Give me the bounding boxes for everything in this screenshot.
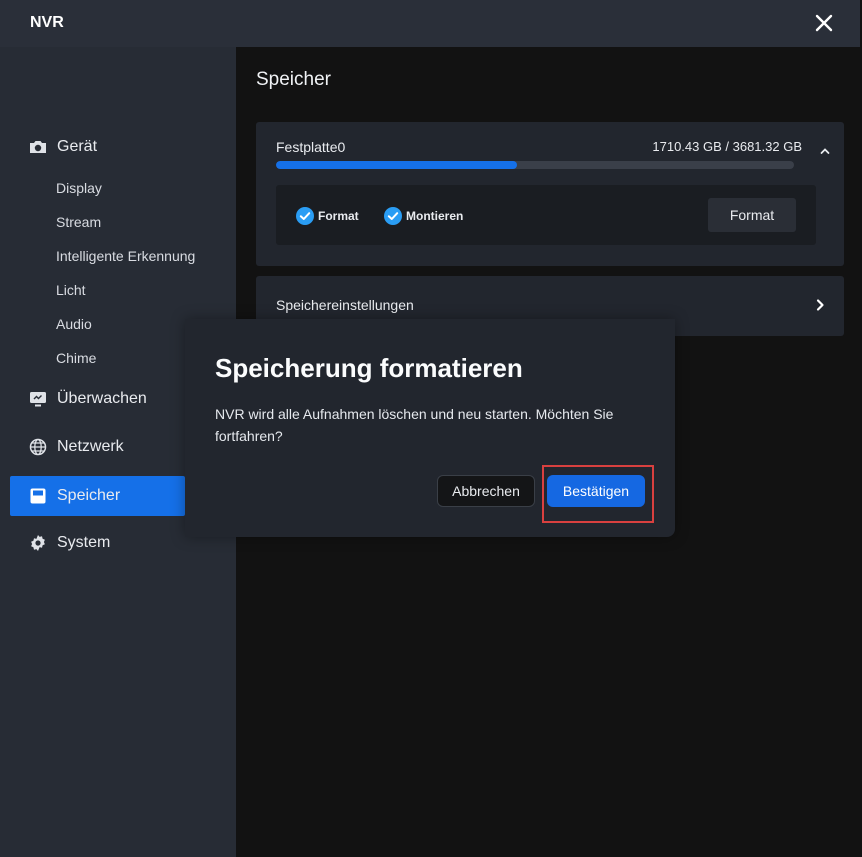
disk-usage-bar (276, 161, 794, 169)
sidebar-item-label: Netzwerk (57, 438, 124, 455)
disk-options-panel: Format Montieren Format (276, 185, 816, 245)
sidebar-subitem-stream[interactable]: Stream (56, 214, 101, 230)
dialog-message: NVR wird alle Aufnahmen löschen und neu … (215, 406, 614, 444)
checkmark-icon (296, 207, 314, 225)
sidebar-subitem-chime[interactable]: Chime (56, 350, 96, 366)
gear-icon (29, 534, 47, 552)
chevron-right-icon (816, 299, 824, 311)
camera-icon (29, 138, 47, 156)
sidebar-item-geraet[interactable]: Gerät (10, 127, 185, 167)
storage-settings-label: Speichereinstellungen (276, 297, 414, 313)
sidebar-item-label: Gerät (57, 138, 98, 155)
disk-usage: 1710.43 GB / 3681.32 GB (652, 139, 802, 154)
disk-name: Festplatte0 (276, 139, 346, 155)
globe-icon (29, 438, 47, 456)
sidebar-subitem-licht[interactable]: Licht (56, 282, 86, 298)
sidebar-item-system[interactable]: System (10, 523, 185, 563)
cancel-button[interactable]: Abbrechen (437, 475, 535, 507)
collapse-button[interactable] (818, 144, 832, 158)
app-title: NVR (30, 14, 64, 31)
sidebar-item-netzwerk[interactable]: Netzwerk (10, 427, 185, 467)
sidebar-item-label: Speicher (57, 487, 121, 504)
sidebar-item-label: Überwachen (57, 390, 147, 407)
confirm-button[interactable]: Bestätigen (547, 475, 645, 507)
sidebar-item-speicher[interactable]: Speicher (10, 476, 185, 516)
montieren-checkbox[interactable]: Montieren (384, 207, 463, 225)
checkmark-icon (384, 207, 402, 225)
format-dialog: Speicherung formatieren NVR wird alle Au… (185, 319, 675, 537)
sidebar-subitem-intelligente-erkennung[interactable]: Intelligente Erkennung (56, 248, 195, 264)
sidebar-subitem-display[interactable]: Display (56, 180, 102, 196)
sidebar-item-label: System (57, 534, 111, 551)
storage-icon (29, 487, 47, 505)
sidebar-subitem-audio[interactable]: Audio (56, 316, 92, 332)
close-button[interactable] (812, 11, 836, 35)
sidebar-item-ueberwachen[interactable]: Überwachen (10, 379, 185, 419)
page-title: Speicher (256, 69, 331, 90)
montieren-checkbox-label: Montieren (406, 209, 464, 223)
title-bar: NVR (0, 0, 860, 47)
close-icon (815, 14, 833, 32)
format-button[interactable]: Format (708, 198, 796, 232)
chevron-up-icon (820, 148, 830, 154)
nvr-window: NVR Gerät Display Stream Intelligente Er… (0, 0, 860, 857)
monitor-icon (29, 390, 47, 408)
format-checkbox-label: Format (318, 209, 359, 223)
dialog-title: Speicherung formatieren (215, 353, 523, 383)
disk-usage-fill (276, 161, 517, 169)
disk-card: Festplatte0 1710.43 GB / 3681.32 GB Form… (256, 122, 844, 266)
format-checkbox[interactable]: Format (296, 207, 359, 225)
